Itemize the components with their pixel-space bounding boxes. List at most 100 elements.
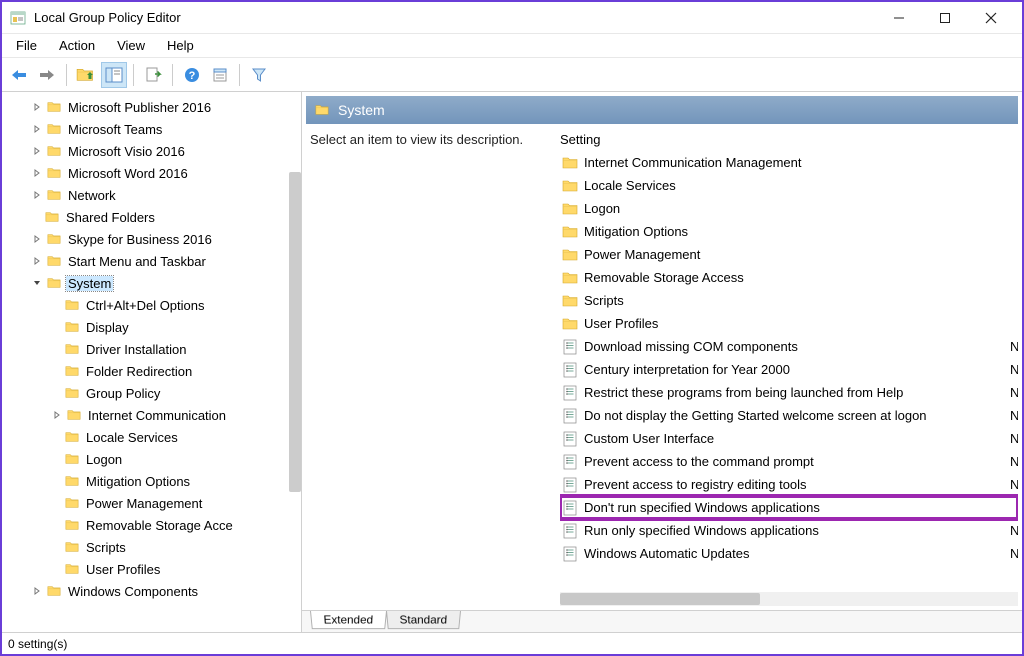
back-button[interactable] xyxy=(6,62,32,88)
folder-icon xyxy=(64,452,80,466)
setting-name: Logon xyxy=(584,201,998,216)
tree-item[interactable]: System xyxy=(2,272,301,294)
filter-button[interactable] xyxy=(246,62,272,88)
tree-item[interactable]: User Profiles xyxy=(2,558,301,580)
folder-icon xyxy=(562,293,578,309)
folder-icon xyxy=(562,178,578,194)
folder-icon xyxy=(562,201,578,217)
tree-item[interactable]: Shared Folders xyxy=(2,206,301,228)
tree-item[interactable]: Microsoft Publisher 2016 xyxy=(2,96,301,118)
properties-button[interactable] xyxy=(207,62,233,88)
tree-item[interactable]: Microsoft Visio 2016 xyxy=(2,140,301,162)
funnel-icon xyxy=(251,67,267,83)
toolbar-separator xyxy=(239,64,240,86)
tab-standard[interactable]: Standard xyxy=(386,611,461,629)
setting-folder[interactable]: Mitigation Options xyxy=(560,220,1018,243)
tree-item[interactable]: Scripts xyxy=(2,536,301,558)
setting-policy[interactable]: Download missing COM componentsN xyxy=(560,335,1018,358)
folder-icon xyxy=(64,342,80,356)
folder-icon xyxy=(46,144,62,158)
chevron-right-icon[interactable] xyxy=(30,254,44,268)
tree-item[interactable]: Internet Communication xyxy=(2,404,301,426)
chevron-right-icon[interactable] xyxy=(30,584,44,598)
show-tree-button[interactable] xyxy=(101,62,127,88)
setting-folder[interactable]: Logon xyxy=(560,197,1018,220)
setting-folder[interactable]: Scripts xyxy=(560,289,1018,312)
tree-item[interactable]: Network xyxy=(2,184,301,206)
tree-item[interactable]: Microsoft Word 2016 xyxy=(2,162,301,184)
tree-item[interactable]: Logon xyxy=(2,448,301,470)
minimize-button[interactable] xyxy=(876,3,922,33)
maximize-button[interactable] xyxy=(922,3,968,33)
setting-folder[interactable]: Removable Storage Access xyxy=(560,266,1018,289)
chevron-right-icon[interactable] xyxy=(30,166,44,180)
forward-button[interactable] xyxy=(34,62,60,88)
tree-panel-icon xyxy=(104,66,124,84)
folder-icon xyxy=(64,298,80,312)
tree-item[interactable]: Microsoft Teams xyxy=(2,118,301,140)
setting-folder[interactable]: User Profiles xyxy=(560,312,1018,335)
menu-action[interactable]: Action xyxy=(49,36,105,55)
chevron-right-icon[interactable] xyxy=(50,408,64,422)
chevron-down-icon[interactable] xyxy=(30,276,44,290)
toolbar-separator xyxy=(133,64,134,86)
tree-item-label: System xyxy=(66,276,113,291)
setting-policy[interactable]: Century interpretation for Year 2000N xyxy=(560,358,1018,381)
setting-name: Mitigation Options xyxy=(584,224,998,239)
tree-item[interactable]: Power Management xyxy=(2,492,301,514)
tree-panel[interactable]: Microsoft Publisher 2016Microsoft TeamsM… xyxy=(2,92,302,632)
forward-arrow-icon xyxy=(38,68,56,82)
setting-folder[interactable]: Power Management xyxy=(560,243,1018,266)
tree-item[interactable]: Skype for Business 2016 xyxy=(2,228,301,250)
policy-icon xyxy=(562,339,578,355)
chevron-right-icon[interactable] xyxy=(30,122,44,136)
setting-policy[interactable]: Do not display the Getting Started welco… xyxy=(560,404,1018,427)
chevron-right-icon[interactable] xyxy=(30,100,44,114)
setting-policy[interactable]: Don't run specified Windows applications xyxy=(560,496,1018,519)
tree-scrollbar-thumb[interactable] xyxy=(289,172,301,492)
setting-policy[interactable]: Custom User InterfaceN xyxy=(560,427,1018,450)
folder-icon xyxy=(46,100,62,114)
chevron-right-icon[interactable] xyxy=(30,188,44,202)
setting-state: N xyxy=(998,523,1018,538)
tree-item[interactable]: Locale Services xyxy=(2,426,301,448)
help-button[interactable]: ? xyxy=(179,62,205,88)
close-button[interactable] xyxy=(968,3,1014,33)
tree-item[interactable]: Windows Components xyxy=(2,580,301,602)
tree-item[interactable]: Mitigation Options xyxy=(2,470,301,492)
setting-state: N xyxy=(998,431,1018,446)
settings-header[interactable]: Setting xyxy=(560,132,1018,151)
horizontal-scrollbar[interactable] xyxy=(560,592,1018,606)
h-scroll-thumb[interactable] xyxy=(560,593,760,605)
menu-view[interactable]: View xyxy=(107,36,155,55)
export-button[interactable] xyxy=(140,62,166,88)
setting-policy[interactable]: Restrict these programs from being launc… xyxy=(560,381,1018,404)
tab-extended[interactable]: Extended xyxy=(310,611,387,629)
chevron-right-icon[interactable] xyxy=(30,232,44,246)
tree-item[interactable]: Driver Installation xyxy=(2,338,301,360)
menu-file[interactable]: File xyxy=(6,36,47,55)
tree-item[interactable]: Start Menu and Taskbar xyxy=(2,250,301,272)
setting-policy[interactable]: Prevent access to the command promptN xyxy=(560,450,1018,473)
setting-policy[interactable]: Prevent access to registry editing tools… xyxy=(560,473,1018,496)
up-button[interactable] xyxy=(73,62,99,88)
setting-state: N xyxy=(998,385,1018,400)
svg-text:?: ? xyxy=(189,70,196,82)
folder-icon xyxy=(64,474,80,488)
policy-icon xyxy=(562,431,578,447)
chevron-right-icon[interactable] xyxy=(30,144,44,158)
folder-icon xyxy=(46,276,62,290)
setting-policy[interactable]: Run only specified Windows applicationsN xyxy=(560,519,1018,542)
setting-folder[interactable]: Locale Services xyxy=(560,174,1018,197)
settings-list[interactable]: Internet Communication ManagementLocale … xyxy=(560,151,1018,590)
setting-policy[interactable]: Windows Automatic UpdatesN xyxy=(560,542,1018,565)
tree-item[interactable]: Ctrl+Alt+Del Options xyxy=(2,294,301,316)
setting-name: Windows Automatic Updates xyxy=(584,546,998,561)
setting-folder[interactable]: Internet Communication Management xyxy=(560,151,1018,174)
tree-item[interactable]: Folder Redirection xyxy=(2,360,301,382)
menu-help[interactable]: Help xyxy=(157,36,204,55)
tree-item[interactable]: Display xyxy=(2,316,301,338)
setting-name: Don't run specified Windows applications xyxy=(584,500,998,515)
tree-item[interactable]: Group Policy xyxy=(2,382,301,404)
tree-item[interactable]: Removable Storage Acce xyxy=(2,514,301,536)
